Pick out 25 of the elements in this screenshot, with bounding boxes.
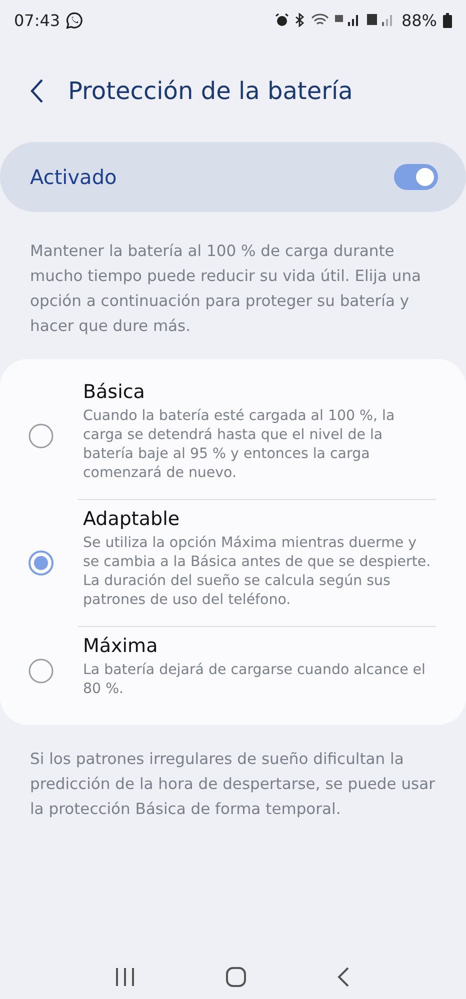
option-description: Se utiliza la opción Máxima mientras duerme y se cambia a la Básica antes de que se despierte. La duración del sueño se calcula según sus patrones de uso del teléfono.	[83, 534, 432, 610]
master-switch-bar[interactable]: Activado	[0, 142, 466, 212]
battery-icon	[443, 12, 452, 28]
footer-note: Si los patrones irregulares de sueño dificultan la predicción de la hora de despertarse, se puede usar la protección Básica de forma temporal.	[30, 749, 436, 820]
radio-button[interactable]	[28, 658, 54, 684]
bluetooth-icon	[295, 13, 306, 27]
wifi-icon	[311, 13, 330, 27]
status-time: 07:43	[14, 10, 60, 30]
option-description: Cuando la batería esté cargada al 100 %, la carga se detendrá hasta que el nivel de la batería baje al 95 % y entonces la carga comenzará de nuevo.	[83, 407, 396, 483]
option-title: Máxima	[83, 635, 159, 657]
page-title: Protección de la batería	[68, 77, 353, 105]
chat-icon	[66, 12, 84, 28]
option-description: La batería dejará de cargarse cuando alcance el 80 %.	[83, 661, 426, 699]
back-nav-button[interactable]	[336, 967, 351, 987]
alarm-icon	[275, 13, 290, 27]
radio-button[interactable]	[28, 550, 54, 576]
recent-apps-button[interactable]	[115, 967, 136, 987]
option-title: Adaptable	[83, 508, 181, 530]
toggle-switch[interactable]	[394, 164, 438, 190]
switch-label: Activado	[30, 165, 117, 189]
battery-percentage: 88%	[401, 10, 437, 30]
radio-button[interactable]	[28, 423, 54, 449]
description-text: Mantener la batería al 100 % de carga durante mucho tiempo puede reducir su vida útil. Elija una opción a continuación para proteger su batería y hacer que dure más.	[30, 241, 422, 337]
option-title: Básica	[83, 381, 146, 403]
home-button[interactable]	[226, 967, 246, 987]
